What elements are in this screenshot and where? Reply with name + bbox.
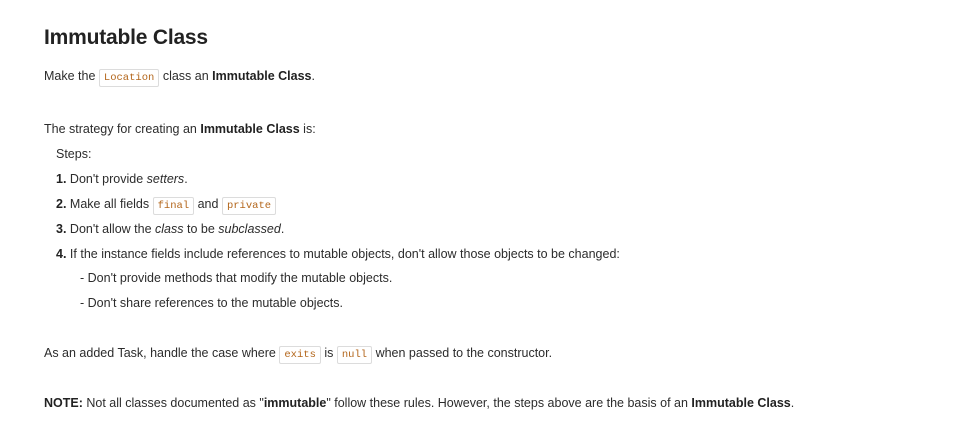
- step-text: If the instance fields include reference…: [69, 247, 620, 261]
- intro-code-location: Location: [98, 69, 160, 87]
- substep-text: Don't provide methods that modify the mu…: [87, 271, 393, 285]
- step-item: 1. Don't provide setters.: [56, 169, 188, 189]
- step-number: 3.: [56, 222, 67, 236]
- strategy-text-after: is:: [303, 122, 316, 136]
- step-emphasis: setters: [146, 172, 185, 186]
- code-exits: exits: [279, 346, 321, 364]
- step-number: 4.: [56, 247, 67, 261]
- code-private: private: [221, 197, 277, 215]
- substep-dash: -: [80, 296, 85, 310]
- document-page: Immutable Class Make the Location class …: [0, 0, 963, 435]
- step-text: Make all fields: [69, 197, 150, 211]
- note-bold-immutable: immutable: [263, 396, 327, 410]
- step-text-middle: to be: [186, 222, 215, 236]
- intro-text-after: .: [311, 69, 315, 83]
- intro-text-before: Make the: [44, 69, 96, 83]
- intro-paragraph: Make the Location class an Immutable Cla…: [44, 66, 315, 88]
- step-emphasis-subclassed: subclassed: [218, 222, 281, 236]
- steps-label: Steps:: [56, 147, 92, 161]
- task-text-middle: is: [324, 346, 334, 360]
- note-label: NOTE:: [44, 396, 83, 410]
- step-item: 3. Don't allow the class to be subclasse…: [56, 219, 284, 239]
- substep-item: - Don't provide methods that modify the …: [80, 268, 392, 288]
- substep-dash: -: [80, 271, 85, 285]
- note-text-before: Not all classes documented as ": [86, 396, 264, 410]
- step-text: Don't provide: [69, 172, 144, 186]
- note-text-after: .: [790, 396, 795, 410]
- code-final: final: [152, 197, 195, 215]
- code-null: null: [336, 346, 373, 364]
- task-paragraph: As an added Task, handle the case where …: [44, 343, 552, 365]
- step-text-end: .: [280, 222, 285, 236]
- step-item: 2. Make all fields final and private: [56, 194, 277, 216]
- strategy-text-before: The strategy for creating an: [44, 122, 197, 136]
- step-text-and: and: [197, 197, 219, 211]
- step-number: 2.: [56, 197, 67, 211]
- task-text-before: As an added Task, handle the case where: [44, 346, 276, 360]
- step-number: 1.: [56, 172, 67, 186]
- step-text-end: .: [184, 172, 188, 186]
- note-bold-immutable-class: Immutable Class: [691, 396, 791, 410]
- step-text: Don't allow the: [69, 222, 152, 236]
- strategy-bold: Immutable Class: [200, 122, 300, 136]
- step-emphasis-class: class: [155, 222, 184, 236]
- substep-item: - Don't share references to the mutable …: [80, 293, 343, 313]
- note-text-middle: " follow these rules. However, the steps…: [326, 396, 688, 410]
- intro-bold: Immutable Class: [212, 69, 312, 83]
- step-item: 4. If the instance fields include refere…: [56, 244, 620, 264]
- task-text-after: when passed to the constructor.: [375, 346, 553, 360]
- note-paragraph: NOTE: Not all classes documented as "imm…: [44, 393, 794, 413]
- substep-text: Don't share references to the mutable ob…: [87, 296, 343, 310]
- intro-text-middle: class an: [162, 69, 209, 83]
- page-title: Immutable Class: [44, 26, 208, 49]
- strategy-paragraph: The strategy for creating an Immutable C…: [44, 119, 316, 139]
